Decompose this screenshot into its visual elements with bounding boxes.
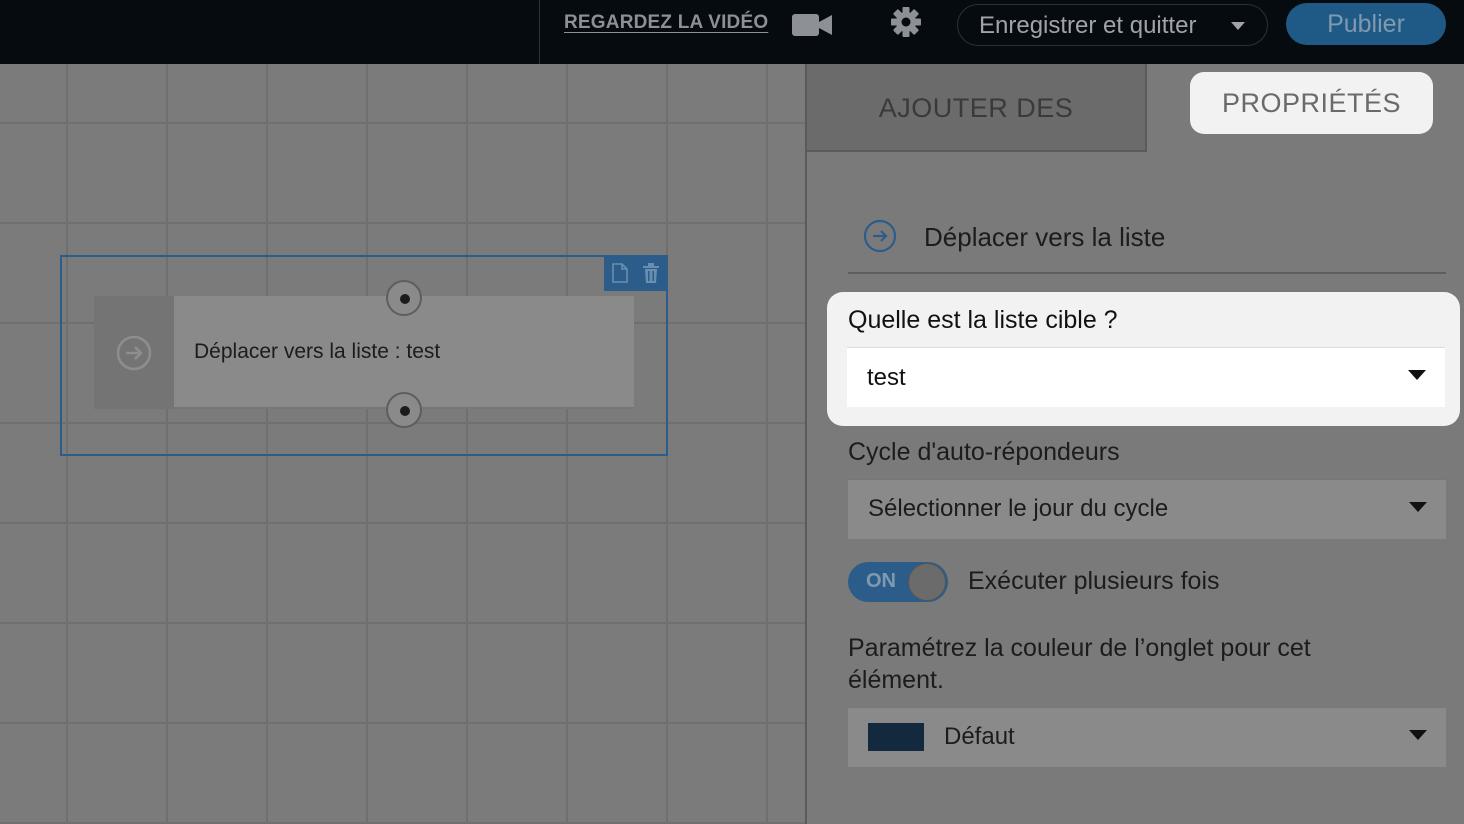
node-toolbar [604,255,668,291]
target-list-section: Quelle est la liste cible ? test [827,292,1460,426]
gear-icon[interactable] [889,5,923,39]
target-list-value: test [867,364,906,391]
tab-properties[interactable]: PROPRIÉTÉS [1190,72,1433,134]
cycle-day-select[interactable]: Sélectionner le jour du cycle [848,479,1446,539]
tab-color-label: Paramétrez la couleur de l’onglet pour c… [848,634,1311,694]
node-input-connector[interactable] [386,280,422,316]
cycle-label: Cycle d'auto-répondeurs [848,438,1120,466]
move-to-list-node[interactable]: Déplacer vers la liste : test [94,296,634,409]
watch-video-link[interactable]: REGARDEZ LA VIDÉO [564,12,768,34]
chevron-down-icon [1408,370,1426,380]
target-list-select[interactable]: test [847,347,1445,407]
repeat-toggle[interactable]: ON [848,562,948,602]
save-and-quit-label: Enregistrer et quitter [979,12,1197,39]
target-list-label: Quelle est la liste cible ? [848,306,1118,334]
action-header: Déplacer vers la liste [848,212,1446,274]
top-bar: REGARDEZ LA VIDÉO Enregistrer et quitter… [0,0,1464,64]
chevron-down-icon [1409,730,1427,740]
repeat-label: Exécuter plusieurs fois [968,567,1220,595]
cycle-day-value: Sélectionner le jour du cycle [868,495,1169,522]
node-label: Déplacer vers la liste : test [194,340,441,363]
tab-add[interactable]: AJOUTER DES [807,64,1147,152]
toggle-state: ON [866,570,896,592]
arrow-circle-icon [116,335,152,371]
properties-panel: AJOUTER DES PROPRIÉTÉS Déplacer vers la … [805,64,1464,824]
workflow-canvas[interactable]: Déplacer vers la liste : test [0,64,805,824]
publish-button[interactable]: Publier [1286,3,1446,45]
document-icon[interactable] [612,263,628,283]
node-icon-area [94,296,174,409]
chevron-down-icon [1409,502,1427,512]
arrow-circle-icon [863,219,897,253]
node-output-connector[interactable] [386,392,422,428]
color-swatch [868,723,924,751]
chevron-down-icon [1231,22,1245,30]
save-and-quit-button[interactable]: Enregistrer et quitter [957,4,1268,46]
tab-color-value: Défaut [944,723,1015,750]
tab-color-select[interactable]: Défaut [848,707,1446,767]
video-camera-icon[interactable] [792,13,832,37]
trash-icon[interactable] [642,263,660,283]
topbar-divider [539,0,540,64]
toggle-knob [908,563,946,601]
action-title: Déplacer vers la liste [924,222,1166,252]
